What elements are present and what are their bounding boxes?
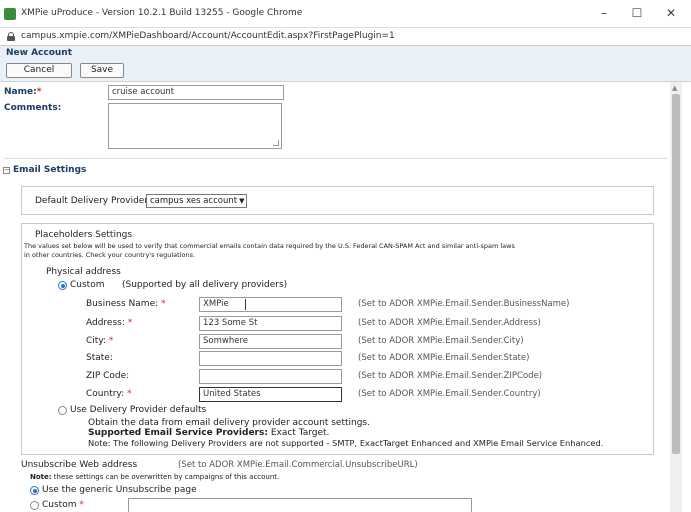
generic-unsubscribe-label: Use the generic Unsubscribe page [42, 485, 197, 495]
custom-address-radio[interactable] [58, 281, 67, 290]
comments-textarea[interactable] [108, 103, 282, 149]
zip-code-label: ZIP Code: [86, 371, 130, 381]
custom-unsubscribe-label: Custom * [42, 500, 84, 510]
provider-defaults-label: Use Delivery Provider defaults [70, 405, 207, 415]
name-label: Name:* [4, 87, 42, 97]
country-label: Country: * [86, 389, 132, 399]
collapse-toggle-icon[interactable]: − [3, 167, 10, 174]
app-icon [4, 8, 16, 20]
browser-title-bar: XMPie uProduce - Version 10.2.1 Build 13… [0, 0, 691, 28]
zip-code-hint: (Set to ADOR XMPie.Email.Sender.ZIPCode) [358, 371, 543, 381]
business-name-input[interactable]: XMPie [199, 297, 342, 312]
page-header: New Account Cancel Save [0, 46, 691, 82]
state-hint: (Set to ADOR XMPie.Email.Sender.State) [358, 353, 530, 363]
provider-defaults-description: Obtain the data from email delivery prov… [88, 418, 370, 428]
minimize-button[interactable]: – [594, 5, 614, 21]
placeholders-title: Placeholders Settings [35, 230, 133, 240]
resize-handle-icon[interactable] [273, 140, 279, 146]
page-title: New Account [6, 48, 73, 58]
chevron-down-icon: ▼ [239, 197, 245, 205]
custom-unsubscribe-radio[interactable] [30, 501, 39, 510]
physical-address-label: Physical address [46, 267, 121, 277]
url-text[interactable]: campus.xmpie.com/XMPieDashboard/Account/… [21, 31, 395, 41]
scrollbar-thumb[interactable] [672, 94, 680, 454]
custom-address-label: Custom [70, 280, 105, 290]
scroll-up-icon[interactable]: ▲ [672, 84, 677, 92]
unsubscribe-note: Note: these settings can be overwritten … [30, 473, 280, 481]
text-cursor [245, 299, 246, 310]
generic-unsubscribe-radio[interactable] [30, 486, 39, 495]
address-bar[interactable]: campus.xmpie.com/XMPieDashboard/Account/… [0, 28, 691, 46]
delivery-provider-select[interactable]: campus xes account ▼ [146, 194, 247, 208]
business-name-label: Business Name: * [86, 299, 166, 309]
zip-code-input[interactable] [199, 369, 342, 384]
business-name-hint: (Set to ADOR XMPie.Email.Sender.Business… [358, 299, 570, 309]
delivery-provider-label: Default Delivery Provider [35, 196, 149, 206]
unsubscribe-hint: (Set to ADOR XMPie.Email.Commercial.Unsu… [178, 460, 418, 470]
city-label: City: * [86, 336, 114, 346]
unsupported-providers-note: Note: The following Delivery Providers a… [88, 438, 604, 448]
close-window-button[interactable]: ✕ [661, 5, 681, 21]
window-title: XMPie uProduce - Version 10.2.1 Build 13… [21, 8, 303, 18]
supported-providers-line: Supported Email Service Providers: Exact… [88, 428, 330, 438]
unsubscribe-label: Unsubscribe Web address [21, 460, 138, 470]
lock-icon[interactable] [7, 32, 15, 41]
delivery-provider-value: campus xes account [150, 196, 238, 206]
divider [4, 158, 668, 159]
save-button[interactable]: Save [80, 63, 124, 78]
custom-address-note: (Supported by all delivery providers) [122, 280, 288, 290]
city-input[interactable]: Somwhere [199, 334, 342, 349]
cancel-button[interactable]: Cancel [6, 63, 72, 78]
provider-defaults-radio[interactable] [58, 406, 67, 415]
address-hint: (Set to ADOR XMPie.Email.Sender.Address) [358, 318, 541, 328]
name-input[interactable]: cruise account [108, 85, 284, 100]
city-hint: (Set to ADOR XMPie.Email.Sender.City) [358, 336, 524, 346]
country-input[interactable]: United States [199, 387, 342, 402]
placeholders-description-1: The values set below will be used to ver… [24, 242, 515, 250]
page-scrollbar[interactable]: ▲ [670, 82, 682, 512]
country-hint: (Set to ADOR XMPie.Email.Sender.Country) [358, 389, 541, 399]
maximize-button[interactable]: ☐ [627, 5, 647, 21]
custom-unsubscribe-input[interactable] [128, 498, 472, 512]
placeholders-description-2: in other countries. Check your country's… [24, 251, 196, 259]
address-input[interactable]: 123 Some St [199, 316, 342, 331]
comments-label: Comments: [4, 103, 62, 113]
address-label: Address: * [86, 318, 133, 328]
state-input[interactable] [199, 351, 342, 366]
state-label: State: [86, 353, 113, 363]
email-settings-title: Email Settings [13, 165, 87, 175]
